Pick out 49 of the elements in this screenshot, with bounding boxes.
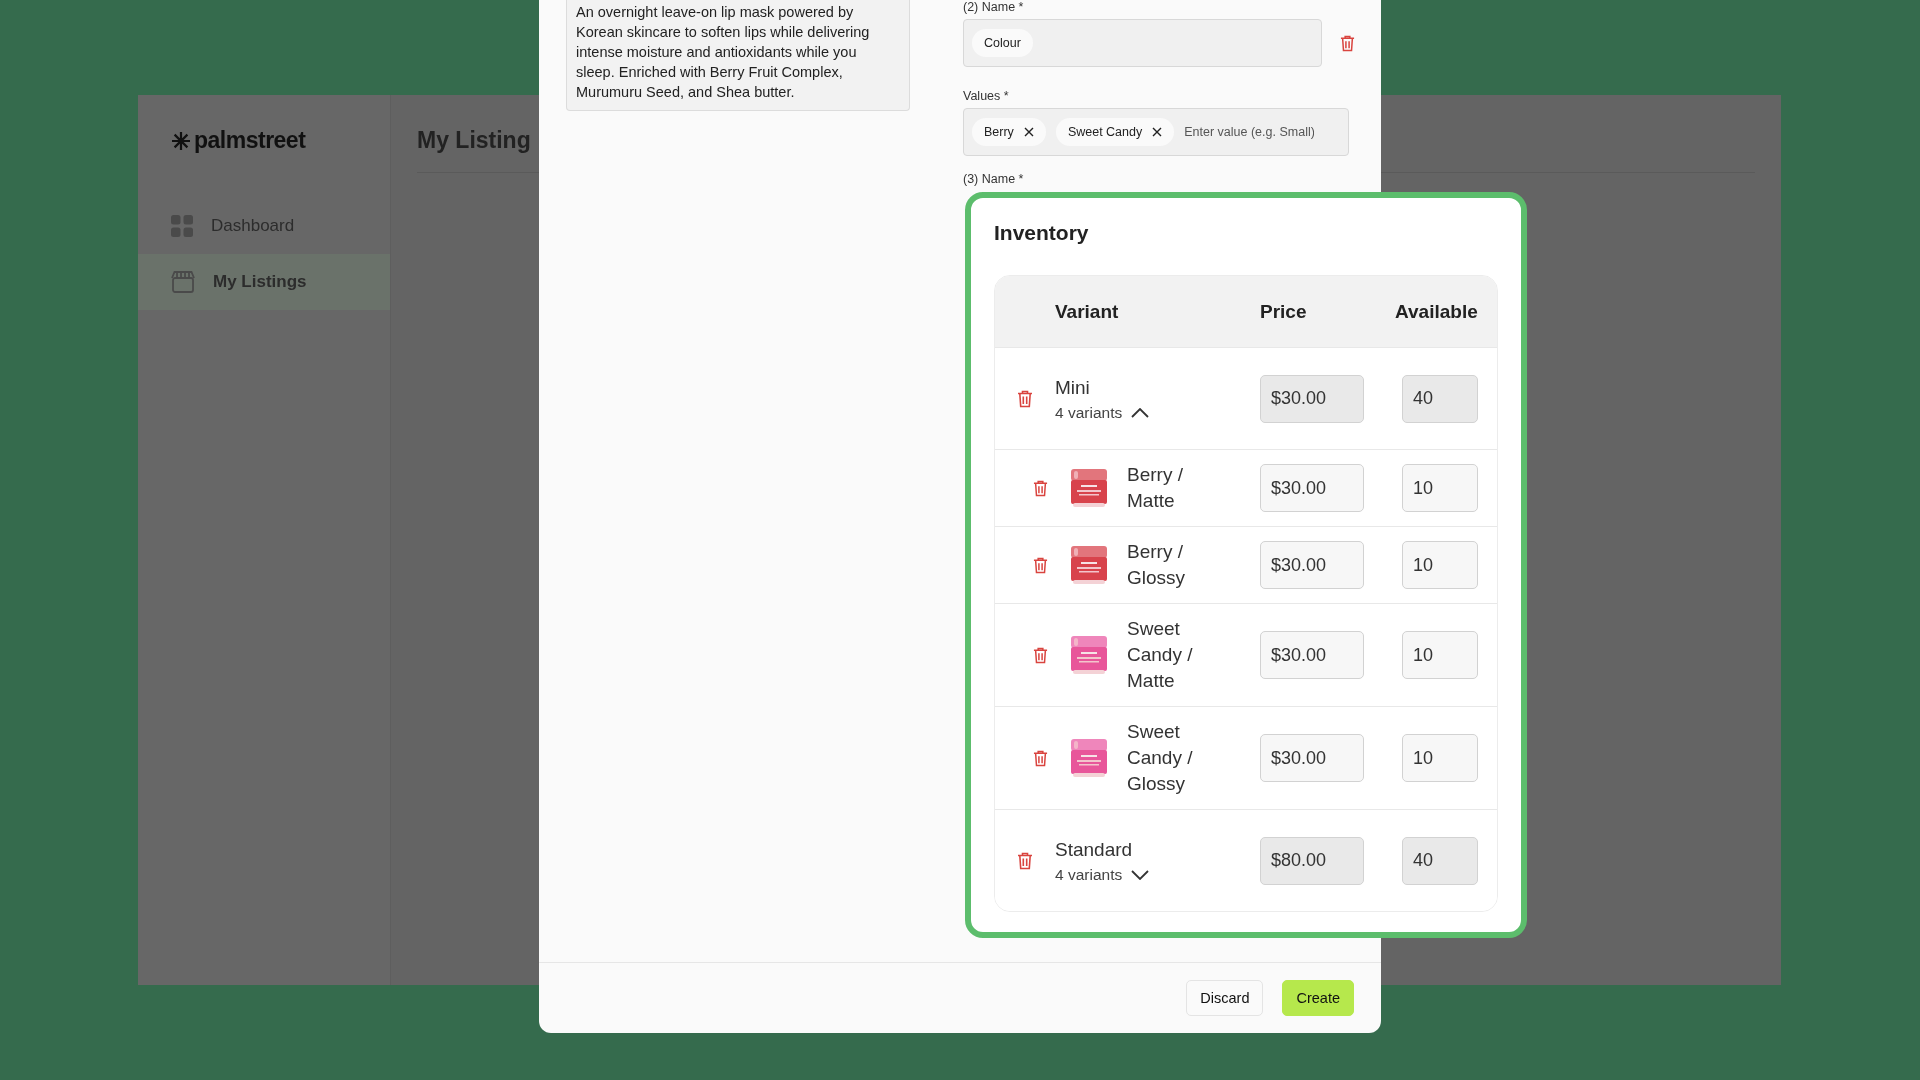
price-field[interactable]: $30.00 bbox=[1260, 541, 1364, 589]
value-input[interactable]: Enter value (e.g. Small) bbox=[1184, 125, 1315, 139]
field-label: Values * bbox=[963, 89, 1010, 104]
description-field[interactable]: An overnight leave-on lip mask powered by Korean skincare to soften lips while delivering intense moisture and antioxidants while you sleep. Enriched with Berry Fruit Complex, Murumuru Seed, and Shea butter. bbox=[566, 0, 910, 111]
close-icon[interactable] bbox=[1152, 127, 1163, 137]
trash-icon[interactable] bbox=[1017, 389, 1033, 408]
quantity-field[interactable]: 10 bbox=[1402, 734, 1478, 782]
variant-count: 4 variants bbox=[1055, 404, 1123, 422]
card-title: Inventory bbox=[994, 221, 1090, 246]
chevron-down-icon[interactable] bbox=[1131, 870, 1150, 880]
brand-name: palmstreet bbox=[194, 127, 306, 154]
discard-button[interactable]: Discard bbox=[1186, 980, 1264, 1016]
trash-icon[interactable] bbox=[1017, 851, 1033, 870]
quantity-field[interactable]: 10 bbox=[1402, 631, 1478, 679]
field-label: (2) Name * bbox=[963, 0, 1025, 15]
trash-icon[interactable] bbox=[1033, 749, 1048, 767]
price-field[interactable]: $30.00 bbox=[1260, 374, 1364, 423]
quantity-field[interactable]: 40 bbox=[1402, 374, 1478, 423]
create-button[interactable]: Create bbox=[1282, 980, 1354, 1016]
close-icon[interactable] bbox=[1023, 127, 1034, 137]
price-field[interactable]: $30.00 bbox=[1260, 464, 1364, 512]
price-field[interactable]: $30.00 bbox=[1260, 734, 1364, 782]
field-label: (3) Name * bbox=[963, 172, 1025, 187]
price-field[interactable]: $30.00 bbox=[1260, 631, 1364, 679]
chevron-up-icon[interactable] bbox=[1131, 408, 1150, 418]
trash-icon[interactable] bbox=[1340, 34, 1355, 52]
option-name-field[interactable]: Colour bbox=[963, 19, 1322, 67]
trash-icon[interactable] bbox=[1033, 646, 1048, 664]
variant-name: Berry / Glossy bbox=[1127, 540, 1187, 590]
column-header: Price bbox=[1260, 300, 1308, 323]
chip-label: Berry bbox=[984, 125, 1014, 139]
quantity-field[interactable]: 10 bbox=[1402, 464, 1478, 512]
column-header: Variant bbox=[1055, 300, 1120, 323]
variant-count: 4 variants bbox=[1055, 866, 1123, 884]
trash-icon[interactable] bbox=[1033, 479, 1048, 497]
quantity-field[interactable]: 40 bbox=[1402, 836, 1478, 885]
price-field[interactable]: $80.00 bbox=[1260, 836, 1364, 885]
quantity-field[interactable]: 10 bbox=[1402, 541, 1478, 589]
variant-name: Standard bbox=[1055, 838, 1134, 862]
variant-name: Mini bbox=[1055, 376, 1091, 400]
trash-icon[interactable] bbox=[1033, 556, 1048, 574]
variant-name: Berry / Matte bbox=[1127, 463, 1184, 513]
asterisk-logo-icon bbox=[171, 130, 191, 151]
variant-name: Sweet Candy / Glossy bbox=[1127, 720, 1194, 796]
variant-name: Sweet Candy / Matte bbox=[1127, 617, 1194, 693]
column-header: Available bbox=[1395, 300, 1475, 323]
storefront-icon bbox=[171, 271, 195, 293]
chip-label: Sweet Candy bbox=[1067, 125, 1143, 139]
grid-icon bbox=[171, 215, 193, 237]
